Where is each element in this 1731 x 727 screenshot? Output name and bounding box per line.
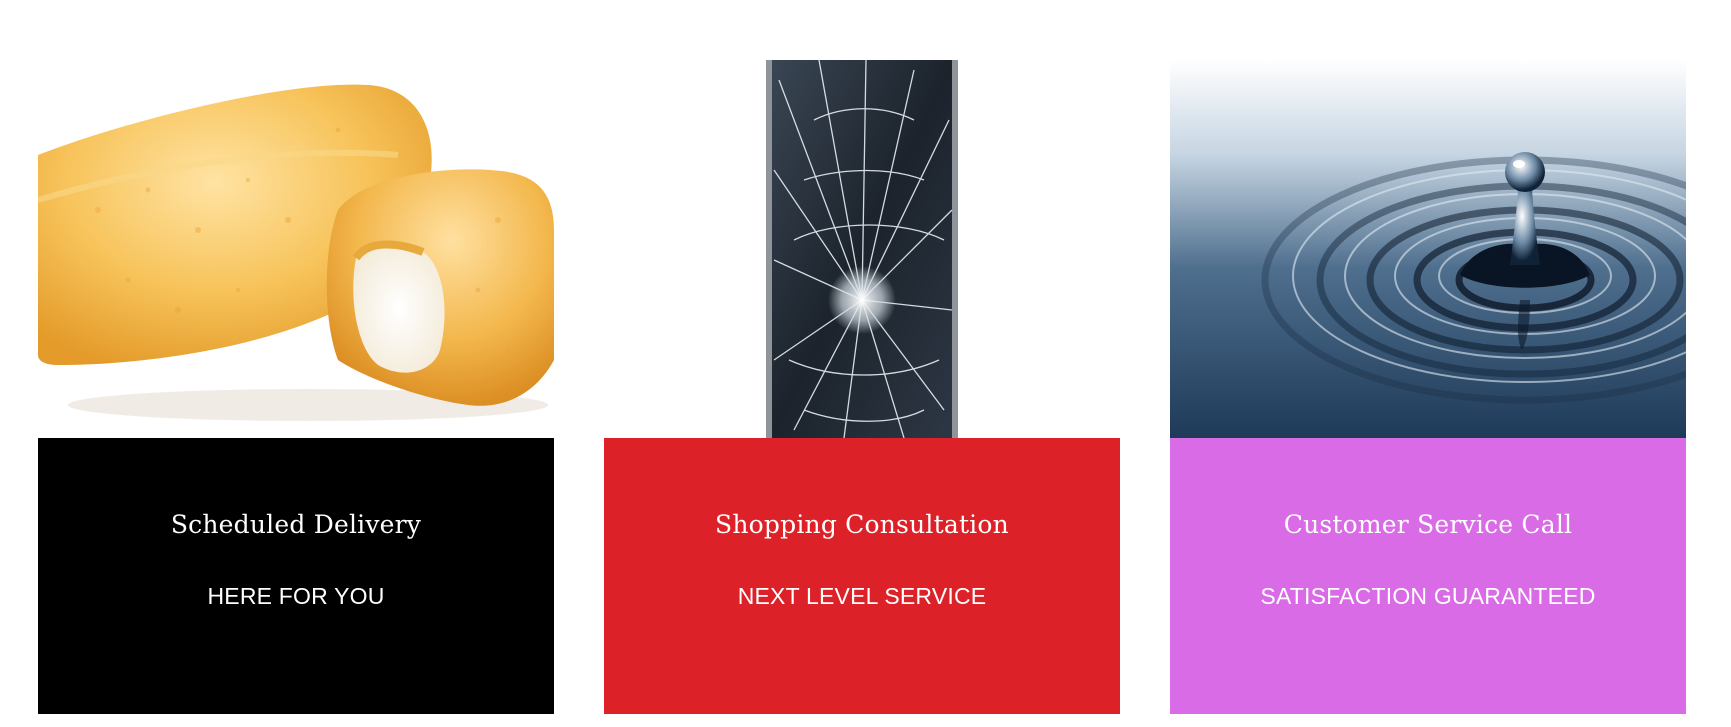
service-card-panel: Shopping Consultation NEXT LEVEL SERVICE — [604, 438, 1120, 714]
services-section: Scheduled Delivery HERE FOR YOU Shopping… — [0, 0, 1731, 727]
service-card-subtitle: SATISFACTION GUARANTEED — [1260, 583, 1596, 609]
water-drop-image — [1170, 60, 1686, 438]
cracked-phone-image — [604, 60, 1120, 438]
service-card-subtitle: HERE FOR YOU — [207, 583, 385, 609]
service-card-title: Customer Service Call — [1283, 510, 1573, 539]
service-card-panel: Customer Service Call SATISFACTION GUARA… — [1170, 438, 1686, 714]
service-card-title: Shopping Consultation — [715, 510, 1009, 539]
snack-cake-image — [38, 60, 554, 438]
service-card-panel: Scheduled Delivery HERE FOR YOU — [38, 438, 554, 714]
service-card-scheduled-delivery[interactable]: Scheduled Delivery HERE FOR YOU — [38, 60, 554, 714]
service-card-subtitle: NEXT LEVEL SERVICE — [737, 583, 987, 609]
service-card-title: Scheduled Delivery — [170, 510, 422, 539]
service-card-shopping-consultation[interactable]: Shopping Consultation NEXT LEVEL SERVICE — [604, 60, 1120, 714]
service-card-customer-service-call[interactable]: Customer Service Call SATISFACTION GUARA… — [1170, 60, 1686, 714]
